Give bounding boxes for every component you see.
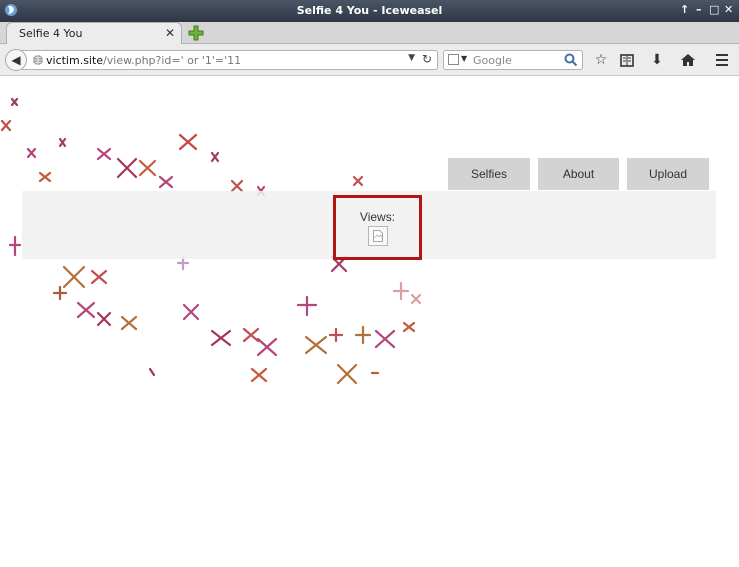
tab-label: Selfie 4 You bbox=[19, 27, 83, 40]
menu-icon[interactable] bbox=[714, 52, 730, 68]
tab-close-icon[interactable]: ✕ bbox=[165, 26, 175, 40]
reading-list-icon[interactable] bbox=[619, 52, 635, 68]
url-host: victim.site bbox=[46, 54, 104, 67]
url-path: /view.php?id=' or '1'='11 bbox=[103, 54, 242, 67]
back-button[interactable]: ◀ bbox=[5, 49, 27, 71]
window-close-icon[interactable]: ✕ bbox=[724, 3, 733, 16]
window-raise-icon[interactable]: ↑ bbox=[680, 3, 689, 16]
nav-selfies-button[interactable]: Selfies bbox=[448, 158, 530, 190]
history-dropdown-icon[interactable]: ▼ bbox=[408, 53, 415, 63]
new-tab-plus-icon[interactable] bbox=[188, 25, 204, 41]
nav-about-button[interactable]: About bbox=[538, 158, 619, 190]
window-title: Selfie 4 You - Iceweasel bbox=[296, 4, 443, 17]
window-titlebar: Selfie 4 You - Iceweasel ↑ – □ ✕ bbox=[0, 0, 739, 22]
globe-icon bbox=[33, 55, 43, 65]
url-bar[interactable]: victim.site/view.php?id=' or '1'='11 ▼ ↻ bbox=[22, 50, 438, 70]
search-placeholder: Google bbox=[473, 54, 512, 67]
tab-strip: Selfie 4 You ✕ bbox=[0, 22, 739, 44]
window-maximize-icon[interactable]: □ bbox=[709, 3, 719, 16]
home-icon[interactable] bbox=[680, 52, 696, 68]
reload-icon[interactable]: ↻ bbox=[422, 52, 432, 66]
back-icon: ◀ bbox=[11, 53, 21, 67]
url-text: victim.site/view.php?id=' or '1'='11 bbox=[46, 54, 241, 67]
search-bar[interactable]: ▼ Google bbox=[443, 50, 583, 70]
tab-selfie-4-you[interactable]: Selfie 4 You ✕ bbox=[6, 22, 182, 44]
broken-image-icon bbox=[368, 226, 388, 246]
window-minimize-icon[interactable]: – bbox=[696, 3, 702, 16]
nav-upload-button[interactable]: Upload bbox=[627, 158, 709, 190]
search-engine-icon[interactable] bbox=[448, 54, 459, 65]
views-label: Views: bbox=[359, 210, 396, 224]
views-highlight-box: Views: bbox=[333, 195, 422, 260]
bookmark-star-icon[interactable]: ☆ bbox=[593, 52, 609, 68]
magnifier-icon[interactable] bbox=[564, 53, 578, 67]
search-engine-dropdown-icon[interactable]: ▼ bbox=[461, 54, 467, 63]
download-icon[interactable]: ⬇ bbox=[649, 52, 665, 68]
navigation-bar: victim.site/view.php?id=' or '1'='11 ▼ ↻… bbox=[0, 44, 739, 76]
page-viewport: Selfies About Upload Views: bbox=[0, 77, 739, 567]
